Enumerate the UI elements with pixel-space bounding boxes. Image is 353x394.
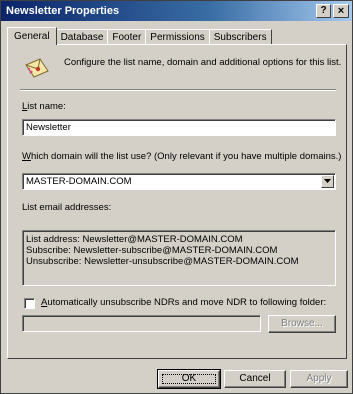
unsubscribe-address: Unsubscribe: Newsletter-unsubscribe@MAST… <box>26 256 299 267</box>
dropdown-button[interactable] <box>321 175 334 188</box>
tab-permissions[interactable]: Permissions <box>145 29 210 45</box>
intro-text: Configure the list name, domain and addi… <box>64 57 342 68</box>
subscribe-address: Subscribe: Newsletter-subscribe@MASTER-D… <box>26 245 278 256</box>
tab-database[interactable]: Database <box>55 29 109 45</box>
separator <box>20 89 336 91</box>
auto-unsubscribe-checkbox[interactable] <box>24 298 35 309</box>
list-name-label: List name: <box>22 101 66 112</box>
envelope-icon <box>25 58 49 78</box>
apply-button[interactable]: Apply <box>290 370 348 388</box>
tab-strip: General Database Footer Permissions Subs… <box>7 27 272 45</box>
domain-value: MASTER-DOMAIN.COM <box>26 176 132 187</box>
email-addresses-box: List address: Newsletter@MASTER-DOMAIN.C… <box>22 230 336 286</box>
window-title: Newsletter Properties <box>6 5 120 17</box>
email-addresses-label: List email addresses: <box>22 202 112 213</box>
cancel-button[interactable]: Cancel <box>224 370 286 388</box>
list-name-input[interactable]: Newsletter <box>22 119 336 136</box>
chevron-down-icon <box>324 179 331 183</box>
ok-button[interactable]: OK <box>157 369 221 389</box>
tab-general[interactable]: General <box>7 27 57 45</box>
focus-rect <box>162 374 216 384</box>
auto-unsubscribe-label[interactable]: Automatically unsubscribe NDRs and move … <box>41 297 326 308</box>
properties-dialog: Newsletter Properties ? × General Databa… <box>0 0 353 394</box>
close-button[interactable]: × <box>333 4 349 18</box>
domain-select[interactable]: MASTER-DOMAIN.COM <box>22 173 336 190</box>
title-bar[interactable]: Newsletter Properties ? × <box>1 1 352 21</box>
tab-footer[interactable]: Footer <box>107 29 147 45</box>
list-address: List address: Newsletter@MASTER-DOMAIN.C… <box>26 234 243 245</box>
browse-button[interactable]: Browse... <box>268 315 336 333</box>
help-button[interactable]: ? <box>316 4 331 18</box>
general-panel: Configure the list name, domain and addi… <box>7 44 347 359</box>
tab-subscribers[interactable]: Subscribers <box>208 29 272 45</box>
domain-label: Which domain will the list use? (Only re… <box>22 151 342 162</box>
ndr-folder-input[interactable] <box>22 315 261 332</box>
